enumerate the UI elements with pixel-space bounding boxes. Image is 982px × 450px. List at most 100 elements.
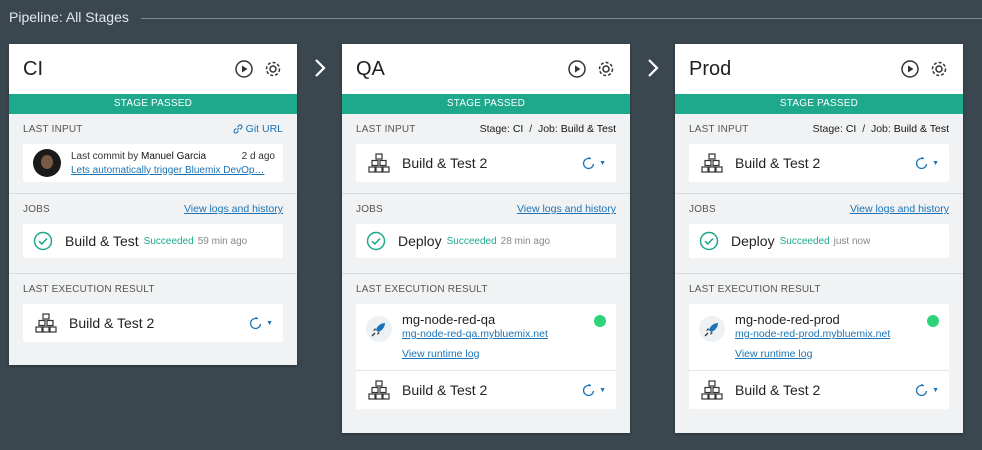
- last-input-section: LAST INPUT Stage: CI / Job: Build & Test…: [675, 114, 963, 182]
- jobs-section: JOBS View logs and history Deploy Succee…: [342, 194, 630, 258]
- job-card[interactable]: Deploy Succeeded just now: [689, 224, 949, 258]
- stage-card-qa: QA STAGE PASSED LAST INPUT Stage: CI / J…: [342, 44, 630, 433]
- job-name: Deploy: [398, 233, 442, 249]
- redeploy-icon: [249, 317, 262, 330]
- stage-card-prod: Prod STAGE PASSED LAST INPUT Stage: CI /…: [675, 44, 963, 433]
- stage-status-badge: STAGE PASSED: [9, 94, 297, 114]
- git-url-link[interactable]: Git URL: [233, 123, 283, 135]
- stage-name: CI: [23, 57, 43, 80]
- commit-author: Manuel Garcia: [141, 150, 207, 162]
- input-job: Build & Test: [560, 123, 616, 135]
- build-name: Build & Test 2: [735, 155, 821, 171]
- input-source: Stage: CI / Job: Build & Test: [480, 123, 616, 135]
- stage-status-badge: STAGE PASSED: [342, 94, 630, 114]
- redeploy-icon: [915, 384, 928, 397]
- chevron-down-icon: ▼: [599, 386, 606, 394]
- gear-icon[interactable]: [596, 59, 616, 79]
- commit-time: 2 d ago: [241, 150, 275, 162]
- chevron-down-icon: ▼: [266, 319, 273, 327]
- redeploy-menu[interactable]: ▼: [915, 156, 939, 170]
- gear-icon[interactable]: [929, 59, 949, 79]
- view-logs-link[interactable]: View logs and history: [184, 203, 283, 215]
- commit-prefix: Last commit by: [71, 150, 139, 162]
- input-stage: CI: [845, 123, 857, 135]
- job-name: Deploy: [731, 233, 775, 249]
- header-divider: [140, 17, 982, 19]
- runtime-log-link[interactable]: View runtime log: [402, 348, 594, 360]
- last-result-section: LAST EXECUTION RESULT Build & Test 2 ▼: [9, 274, 297, 342]
- pipeline-title: Pipeline: All Stages: [9, 9, 129, 25]
- last-commit-card: Last commit by Manuel Garcia 2 d ago Let…: [23, 144, 283, 182]
- app-url-link[interactable]: mg-node-red-qa.mybluemix.net: [402, 328, 594, 340]
- redeploy-menu[interactable]: ▼: [915, 383, 939, 397]
- job-card[interactable]: Deploy Succeeded 28 min ago: [356, 224, 616, 258]
- build-card: Build & Test 2 ▼: [23, 304, 283, 342]
- redeploy-menu[interactable]: ▼: [582, 383, 606, 397]
- redeploy-menu[interactable]: ▼: [582, 156, 606, 170]
- check-circle-icon: [366, 231, 386, 251]
- input-stage: CI: [512, 123, 524, 135]
- runtime-log-link[interactable]: View runtime log: [735, 348, 927, 360]
- last-result-section: LAST EXECUTION RESULT mg-node-red-qa mg-…: [342, 274, 630, 409]
- input-separator: /: [862, 123, 866, 135]
- job-time: 59 min ago: [197, 235, 248, 247]
- build-card: Build & Test 2 ▼: [689, 144, 949, 182]
- commit-message-link[interactable]: Lets automatically trigger Bluemix DevOp…: [71, 165, 275, 176]
- redeploy-icon: [582, 384, 595, 397]
- job-label: Job:: [537, 123, 558, 135]
- last-input-section: LAST INPUT Git URL Last commit by Manuel…: [9, 114, 297, 182]
- play-circle-icon[interactable]: [567, 59, 587, 79]
- build-card: Build & Test 2 ▼: [689, 371, 949, 409]
- chevron-right-icon: [310, 56, 330, 80]
- input-source: Stage: CI / Job: Build & Test: [813, 123, 949, 135]
- view-logs-link[interactable]: View logs and history: [850, 203, 949, 215]
- section-label: LAST INPUT: [356, 123, 416, 135]
- redeploy-menu[interactable]: ▼: [249, 316, 273, 330]
- job-time: 28 min ago: [500, 235, 551, 247]
- app-url-link[interactable]: mg-node-red-prod.mybluemix.net: [735, 328, 927, 340]
- stage-card-ci: CI STAGE PASSED LAST INPUT Git URL Last …: [9, 44, 297, 365]
- app-card: mg-node-red-qa mg-node-red-qa.mybluemix.…: [356, 304, 616, 370]
- build-stack-icon: [368, 153, 390, 173]
- link-icon: [233, 124, 243, 134]
- section-label: LAST EXECUTION RESULT: [23, 283, 155, 295]
- check-circle-icon: [33, 231, 53, 251]
- stage-status-badge: STAGE PASSED: [675, 94, 963, 114]
- avatar: [33, 149, 61, 177]
- gear-icon[interactable]: [263, 59, 283, 79]
- section-label: JOBS: [689, 203, 716, 215]
- git-url-label: Git URL: [245, 123, 283, 135]
- build-card: Build & Test 2 ▼: [356, 144, 616, 182]
- input-job: Build & Test: [893, 123, 949, 135]
- rocket-icon: [699, 316, 725, 342]
- section-label: LAST EXECUTION RESULT: [356, 283, 488, 295]
- stage-label: Stage:: [479, 123, 510, 135]
- stage-header: Prod: [675, 44, 963, 94]
- build-stack-icon: [701, 380, 723, 400]
- app-name: mg-node-red-qa: [402, 312, 496, 327]
- chevron-down-icon: ▼: [932, 159, 939, 167]
- play-circle-icon[interactable]: [234, 59, 254, 79]
- build-name: Build & Test 2: [402, 155, 488, 171]
- view-logs-link[interactable]: View logs and history: [517, 203, 616, 215]
- section-label: JOBS: [23, 203, 50, 215]
- stage-name: QA: [356, 57, 385, 80]
- redeploy-icon: [582, 157, 595, 170]
- stage-name: Prod: [689, 57, 732, 80]
- stage-header: CI: [9, 44, 297, 94]
- check-circle-icon: [699, 231, 719, 251]
- rocket-icon: [366, 316, 392, 342]
- build-name: Build & Test 2: [402, 382, 488, 398]
- job-card[interactable]: Build & Test Succeeded 59 min ago: [23, 224, 283, 258]
- jobs-section: JOBS View logs and history Build & Test …: [9, 194, 297, 258]
- play-circle-icon[interactable]: [900, 59, 920, 79]
- section-label: LAST INPUT: [689, 123, 749, 135]
- job-status: Succeeded: [779, 235, 830, 247]
- stage-label: Stage:: [812, 123, 843, 135]
- section-label: LAST INPUT: [23, 123, 83, 135]
- build-card: Build & Test 2 ▼: [356, 371, 616, 409]
- app-status-indicator: [594, 315, 606, 327]
- job-label: Job:: [870, 123, 891, 135]
- chevron-down-icon: ▼: [599, 159, 606, 167]
- last-result-section: LAST EXECUTION RESULT mg-node-red-prod m…: [675, 274, 963, 409]
